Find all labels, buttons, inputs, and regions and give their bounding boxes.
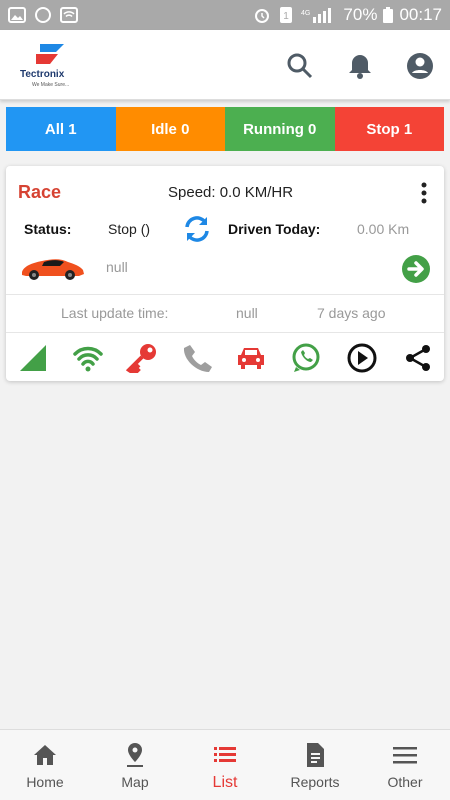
gsm-signal-icon[interactable] [18, 343, 50, 373]
car-image-icon [22, 259, 84, 280]
notification-bell-icon[interactable] [346, 52, 374, 80]
menu-icon [393, 747, 417, 764]
home-icon [34, 745, 56, 765]
vehicle-address: null [106, 259, 128, 275]
phone-icon[interactable] [181, 343, 213, 373]
filter-all[interactable]: All 1 [6, 107, 116, 151]
svg-text:1: 1 [284, 11, 290, 22]
share-icon[interactable] [402, 343, 434, 373]
map-pin-icon [127, 743, 143, 767]
arrow-right-icon[interactable] [401, 254, 431, 284]
sim-icon: 1 [280, 7, 293, 23]
filter-running[interactable]: Running 0 [225, 107, 335, 151]
last-update-label: Last update time: [61, 305, 169, 321]
divider [6, 294, 444, 295]
ignition-key-icon[interactable] [126, 343, 158, 373]
last-update-ago: 7 days ago [317, 305, 386, 321]
car-status-icon[interactable] [235, 343, 267, 373]
gps-wifi-icon[interactable] [72, 343, 104, 373]
nav-reports[interactable]: Reports [270, 730, 360, 800]
nav-other-label: Other [387, 774, 423, 790]
search-icon[interactable] [286, 52, 314, 80]
gallery-icon [8, 7, 26, 23]
vehicle-card[interactable]: Race Speed: 0.0 KM/HR Status: Stop () Dr… [6, 166, 444, 381]
filter-idle[interactable]: Idle 0 [115, 107, 225, 151]
battery-percent: 70% [343, 5, 378, 24]
bottom-navigation: Home Map List Reports Other [0, 729, 450, 800]
last-update-value: null [236, 305, 258, 321]
nav-list-label: List [212, 774, 238, 791]
nav-other[interactable]: Other [360, 730, 450, 800]
logo-mark-icon [36, 44, 64, 64]
clock: 00:17 [399, 5, 442, 24]
account-icon[interactable] [406, 52, 434, 80]
nav-home[interactable]: Home [0, 730, 90, 800]
refresh-icon[interactable] [182, 214, 212, 244]
status-label: Status: [24, 221, 72, 237]
vehicle-name: Race [18, 182, 62, 202]
vehicle-actions-row [6, 339, 444, 377]
list-icon [214, 747, 236, 762]
driven-today-value: 0.00 Km [357, 221, 410, 237]
alarm-icon [255, 9, 270, 23]
logo-tagline: We Make Sure... [32, 82, 70, 88]
status-filter-bar: All 1 Idle 0 Running 0 Stop 1 [6, 107, 444, 151]
app-logo: Tectronix We Make Sure... [20, 42, 80, 90]
more-options-icon[interactable] [416, 182, 432, 204]
nav-reports-label: Reports [290, 774, 340, 790]
whatsapp-status-icon [35, 7, 51, 23]
vehicle-speed: Speed: 0.0 KM/HR [168, 184, 294, 201]
playback-icon[interactable] [346, 343, 378, 373]
whatsapp-icon[interactable] [290, 343, 322, 373]
battery-icon [383, 7, 394, 23]
svg-text:4G: 4G [301, 10, 310, 17]
nav-home-label: Home [26, 774, 64, 790]
nav-map[interactable]: Map [90, 730, 180, 800]
divider [6, 332, 444, 333]
nav-map-label: Map [121, 774, 149, 790]
status-value: Stop () [108, 221, 151, 237]
app-bar: Tectronix We Make Sure... [0, 30, 450, 100]
status-bar: 1 4G 70% 00:17 [0, 0, 450, 30]
signal-icon: 4G [301, 8, 332, 23]
driven-today-label: Driven Today: [228, 221, 321, 237]
filter-stop[interactable]: Stop 1 [334, 107, 444, 151]
report-icon [307, 743, 324, 767]
logo-name: Tectronix [20, 69, 65, 80]
nav-list[interactable]: List [180, 730, 270, 800]
wifi-status-icon [60, 7, 78, 23]
